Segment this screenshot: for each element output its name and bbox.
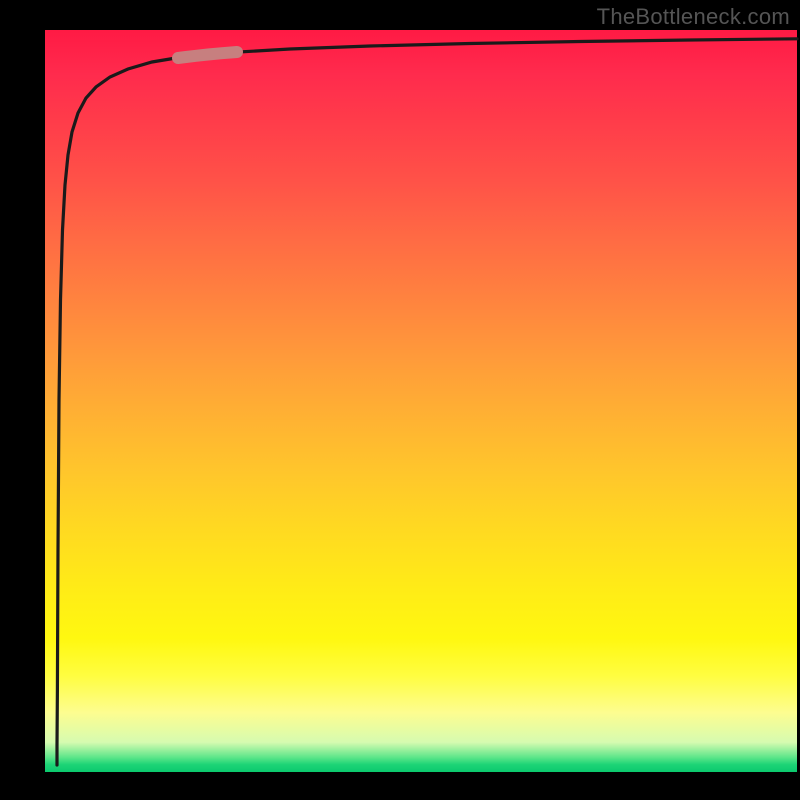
corner-tl	[0, 0, 45, 30]
chart-svg	[0, 0, 800, 800]
y-axis-band	[0, 30, 45, 800]
bottleneck-curve	[57, 39, 797, 765]
highlight-marker	[178, 52, 237, 58]
x-axis-band	[0, 772, 800, 800]
watermark-text: TheBottleneck.com	[597, 4, 790, 30]
chart-frame	[0, 0, 800, 800]
